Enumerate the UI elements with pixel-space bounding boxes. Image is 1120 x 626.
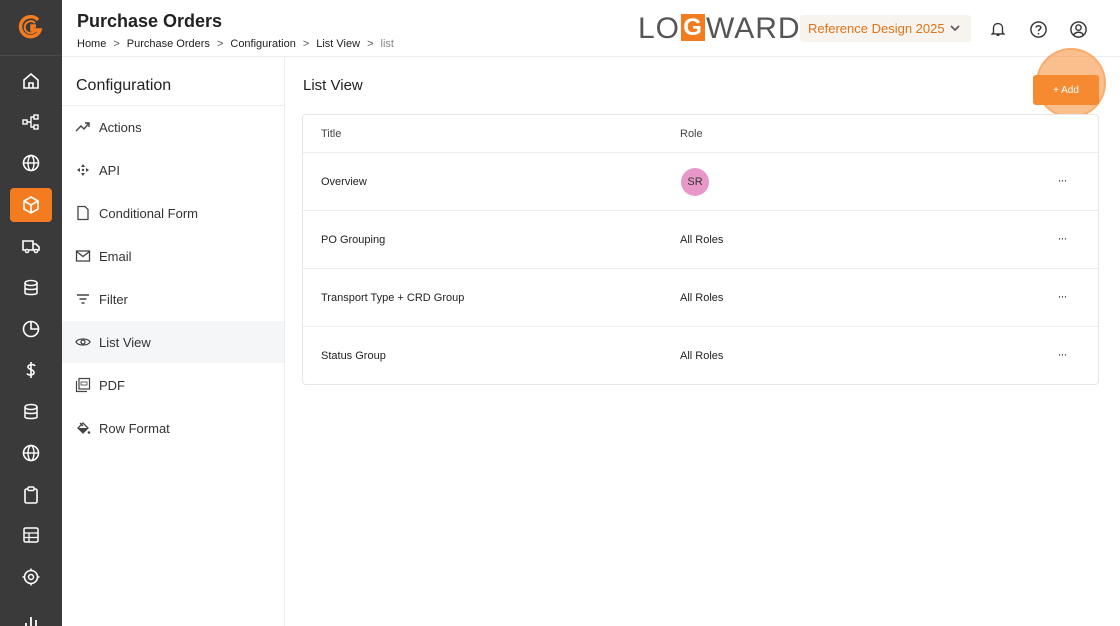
mail-icon — [75, 248, 91, 264]
document-icon — [75, 205, 91, 221]
config-item-email[interactable]: Email — [62, 235, 284, 277]
config-item-api[interactable]: API — [62, 149, 284, 191]
user-account-icon[interactable] — [1067, 18, 1089, 40]
network-icon[interactable] — [10, 105, 52, 139]
app: Purchase Orders Home > Purchase Orders >… — [0, 0, 1120, 626]
list-view-table: Title Role Overview SR ··· PO Grouping A… — [302, 114, 1099, 385]
row-title: Status Group — [321, 350, 386, 362]
row-role: All Roles — [680, 292, 724, 304]
config-item-list-view[interactable]: List View — [62, 321, 284, 363]
workspace-label: Reference Design 2025 — [808, 21, 945, 36]
breadcrumb-list-view[interactable]: List View — [316, 38, 360, 50]
globe-icon[interactable] — [10, 146, 52, 180]
row-role: All Roles — [680, 350, 724, 362]
config-item-label: Filter — [99, 291, 128, 307]
truck-icon[interactable] — [10, 229, 52, 263]
config-item-conditional-form[interactable]: Conditional Form — [62, 192, 284, 234]
table-row[interactable]: Transport Type + CRD Group All Roles ··· — [303, 269, 1098, 327]
target-icon[interactable] — [10, 560, 52, 594]
role-avatar: SR — [681, 168, 709, 196]
chevron-down-icon — [947, 20, 963, 39]
globe-icon[interactable] — [10, 436, 52, 470]
config-item-label: Actions — [99, 119, 142, 135]
table-row[interactable]: Overview SR ··· — [303, 153, 1098, 211]
row-role: All Roles — [680, 234, 724, 246]
more-options-icon[interactable]: ··· — [1053, 345, 1071, 363]
brand-logo-text-left: LO — [638, 12, 681, 45]
clipboard-icon[interactable] — [10, 478, 52, 512]
config-item-row-format[interactable]: Row Format — [62, 407, 284, 449]
help-icon[interactable] — [1027, 18, 1049, 40]
config-item-label: Row Format — [99, 420, 170, 436]
configuration-title: Configuration — [76, 77, 172, 94]
pie-chart-icon[interactable] — [10, 312, 52, 346]
breadcrumb: Home > Purchase Orders > Configuration >… — [77, 38, 394, 50]
box-icon[interactable] — [10, 188, 52, 222]
column-header-title[interactable]: Title — [321, 128, 341, 140]
column-header-role[interactable]: Role — [680, 128, 703, 140]
database-icon[interactable] — [10, 271, 52, 305]
database-icon[interactable] — [10, 395, 52, 429]
brand-logo-g: G — [681, 14, 706, 41]
chevron-right-icon: > — [216, 38, 224, 50]
app-logo-icon[interactable] — [0, 0, 62, 56]
workspace-select[interactable]: Reference Design 2025 — [800, 15, 971, 42]
paint-bucket-icon — [75, 420, 91, 436]
config-item-label: PDF — [99, 377, 125, 393]
configuration-panel: Configuration Actions API Conditional Fo… — [62, 57, 285, 626]
bar-chart-icon[interactable] — [10, 604, 52, 626]
config-item-actions[interactable]: Actions — [62, 106, 284, 148]
config-item-label: Conditional Form — [99, 205, 198, 221]
row-title: PO Grouping — [321, 234, 386, 246]
left-rail — [0, 0, 62, 626]
config-item-label: Email — [99, 248, 132, 264]
eye-icon — [75, 334, 91, 350]
page-title: Purchase Orders — [77, 11, 223, 31]
api-icon — [75, 162, 91, 178]
bell-icon[interactable] — [987, 18, 1009, 40]
dollar-icon[interactable] — [10, 353, 52, 387]
brand-logo-text-right: WARD — [706, 12, 801, 45]
breadcrumb-current: list — [380, 38, 394, 50]
row-title: Transport Type + CRD Group — [321, 292, 465, 304]
config-item-label: API — [99, 162, 120, 178]
brand-logo: LO G WARD — [638, 12, 801, 46]
chevron-right-icon: > — [302, 38, 310, 50]
add-button[interactable]: + Add — [1033, 75, 1099, 105]
more-options-icon[interactable]: ··· — [1053, 229, 1071, 247]
breadcrumb-configuration[interactable]: Configuration — [230, 38, 295, 50]
more-options-icon[interactable]: ··· — [1053, 287, 1071, 305]
table-row[interactable]: Status Group All Roles ··· — [303, 327, 1098, 385]
breadcrumb-home[interactable]: Home — [77, 38, 106, 50]
config-item-label: List View — [99, 334, 151, 350]
list-view-title: List View — [303, 77, 363, 94]
trending-up-icon — [75, 119, 91, 135]
table-header: Title Role — [303, 115, 1098, 153]
filter-icon — [75, 291, 91, 307]
config-item-filter[interactable]: Filter — [62, 278, 284, 320]
chevron-right-icon: > — [367, 38, 374, 50]
chevron-right-icon: > — [113, 38, 120, 50]
more-options-icon[interactable]: ··· — [1053, 171, 1071, 189]
pdf-icon — [75, 377, 91, 393]
top-header: Purchase Orders Home > Purchase Orders >… — [62, 0, 1120, 57]
config-item-pdf[interactable]: PDF — [62, 364, 284, 406]
home-icon[interactable] — [10, 64, 52, 98]
row-title: Overview — [321, 176, 367, 188]
grid-icon[interactable] — [10, 518, 52, 552]
breadcrumb-purchase-orders[interactable]: Purchase Orders — [127, 38, 210, 50]
table-row[interactable]: PO Grouping All Roles ··· — [303, 211, 1098, 269]
